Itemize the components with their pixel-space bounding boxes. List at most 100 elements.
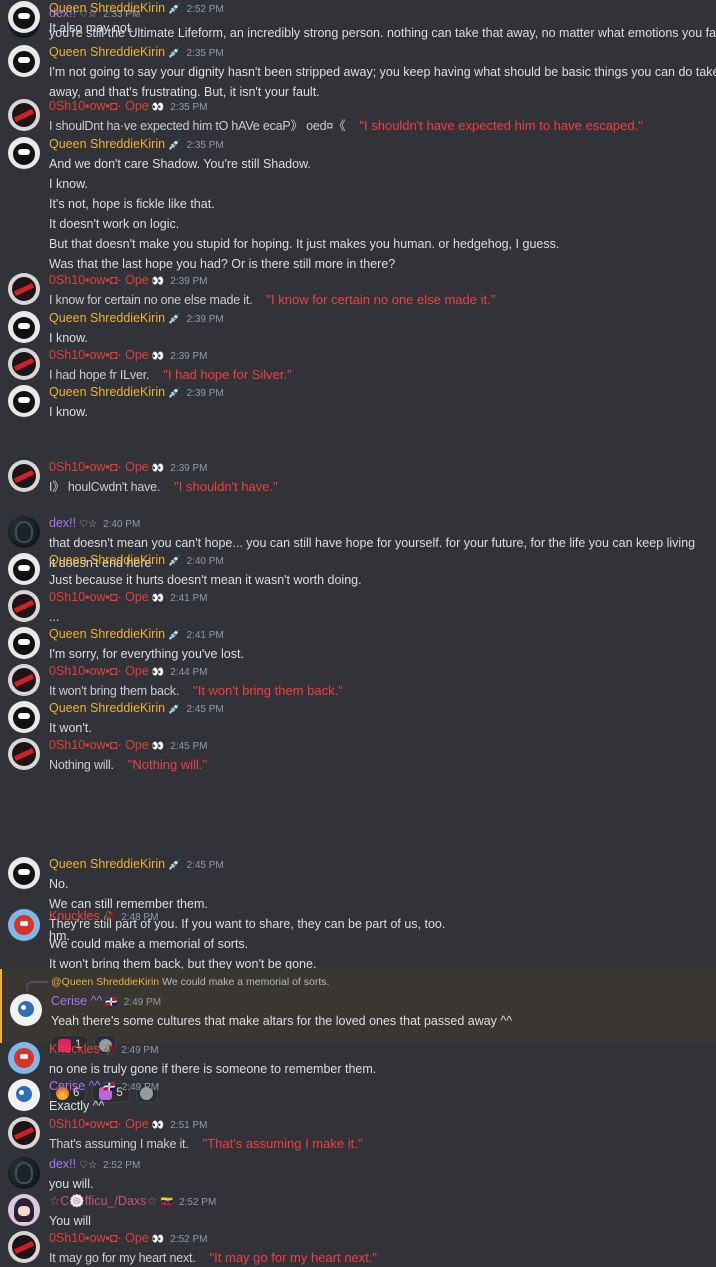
username[interactable]: 0Sh10▪ow▪◘· Ope [49, 1231, 149, 1245]
username[interactable]: 0Sh10▪ow▪◘· Ope [49, 273, 149, 287]
avatar[interactable] [8, 909, 40, 941]
username[interactable]: dex!! [49, 1157, 76, 1171]
username[interactable]: Queen ShreddieKirin [49, 45, 165, 59]
timestamp[interactable]: 2:49 PM [124, 997, 161, 1008]
chat-message: Queen ShreddieKirin 💉 2:41 PM I'm sorry, fo… [0, 626, 716, 661]
username[interactable]: 0Sh10▪ow▪◘· Ope [49, 99, 149, 113]
avatar[interactable] [8, 1, 40, 33]
timestamp[interactable]: 2:52 PM [187, 4, 224, 15]
message-line: It won't bring them back. "It won't bring… [49, 682, 343, 700]
role-badge-icon: 🇻🇪 [160, 1197, 174, 1208]
timestamp[interactable]: 2:39 PM [170, 351, 207, 362]
username[interactable]: ☆C🍥fficu_/Daxs☆ [49, 1194, 158, 1208]
timestamp[interactable]: 2:52 PM [179, 1197, 216, 1208]
timestamp[interactable]: 2:49 PM [121, 1045, 158, 1056]
avatar[interactable] [8, 664, 40, 696]
chat-message: Queen ShreddieKirin 💉 2:40 PM Just because … [0, 552, 716, 587]
avatar[interactable] [10, 994, 42, 1026]
role-badge-icon: 🥀 [102, 912, 116, 923]
message-header: 0Sh10▪ow▪◘· Ope 👀 2:39 PM [49, 459, 208, 475]
avatar[interactable] [8, 590, 40, 622]
avatar[interactable] [8, 1231, 40, 1263]
username[interactable]: 0Sh10▪ow▪◘· Ope [49, 348, 149, 362]
username[interactable]: Queen ShreddieKirin [49, 857, 165, 871]
username[interactable]: 0Sh10▪ow▪◘· Ope [49, 460, 149, 474]
timestamp[interactable]: 2:41 PM [187, 630, 224, 641]
message-text: ... [49, 610, 60, 624]
message-text: You will [49, 1214, 91, 1228]
avatar[interactable] [8, 273, 40, 305]
timestamp[interactable]: 2:52 PM [170, 1234, 207, 1245]
avatar[interactable] [8, 857, 40, 889]
role-badge-icon: 💉 [168, 388, 181, 399]
chat-message: 0Sh10▪ow▪◘· Ope 👀 2:39 PM I》 houlCwdn't hav… [0, 459, 716, 513]
username[interactable]: dex!! [49, 516, 76, 530]
timestamp[interactable]: 2:39 PM [187, 388, 224, 399]
reply-author[interactable]: @Queen ShreddieKirin [51, 976, 159, 988]
avatar[interactable] [8, 460, 40, 492]
username[interactable]: Queen ShreddieKirin [49, 311, 165, 325]
username[interactable]: Queen ShreddieKirin [49, 553, 165, 567]
avatar[interactable] [8, 1079, 40, 1111]
username[interactable]: 0Sh10▪ow▪◘· Ope [49, 738, 149, 752]
username[interactable]: Queen ShreddieKirin [49, 701, 165, 715]
message-header: Queen ShreddieKirin 💉 2:35 PM [49, 136, 224, 152]
reply-preview[interactable]: @Queen ShreddieKirin We could make a memo… [51, 975, 329, 989]
message-text: Just because it hurts doesn't mean it wa… [49, 573, 362, 587]
message-header: Queen ShreddieKirin 💉 2:39 PM [49, 384, 224, 400]
avatar[interactable] [8, 553, 40, 585]
avatar[interactable] [8, 45, 40, 77]
avatar[interactable] [8, 1157, 40, 1189]
avatar[interactable] [8, 627, 40, 659]
avatar[interactable] [8, 348, 40, 380]
username[interactable]: Knuckles [49, 909, 100, 923]
message-text: I know. [49, 177, 88, 191]
message-text: It also may not. [49, 21, 134, 35]
message-line: That's assuming I make it. "That's assumi… [49, 1135, 362, 1153]
avatar[interactable] [8, 1042, 40, 1074]
message-text: But that doesn't make you stupid for hop… [49, 237, 560, 251]
username[interactable]: Queen ShreddieKirin [49, 627, 165, 641]
timestamp[interactable]: 2:48 PM [121, 912, 158, 923]
username[interactable]: 0Sh10▪ow▪◘· Ope [49, 590, 149, 604]
timestamp[interactable]: 2:39 PM [170, 463, 207, 474]
timestamp[interactable]: 2:45 PM [187, 704, 224, 715]
avatar[interactable] [8, 516, 40, 548]
timestamp[interactable]: 2:52 PM [103, 1160, 140, 1171]
username[interactable]: Queen ShreddieKirin [49, 385, 165, 399]
chat-message: Cerise ^^ 🇩🇴 2:49 PM Exactly ^^ [0, 1078, 716, 1114]
timestamp[interactable]: 2:40 PM [103, 519, 140, 530]
timestamp[interactable]: 2:39 PM [187, 314, 224, 325]
avatar[interactable] [8, 137, 40, 169]
avatar[interactable] [8, 385, 40, 417]
timestamp[interactable]: 2:44 PM [170, 667, 207, 678]
timestamp[interactable]: 2:45 PM [187, 860, 224, 871]
timestamp[interactable]: 2:39 PM [170, 276, 207, 287]
username[interactable]: Queen ShreddieKirin [49, 1, 165, 15]
avatar[interactable] [8, 99, 40, 131]
username[interactable]: Knuckles [49, 1042, 100, 1056]
translation-text: "I shouldn't have expected him to have e… [359, 118, 643, 133]
timestamp[interactable]: 2:45 PM [170, 741, 207, 752]
avatar[interactable] [8, 1194, 40, 1226]
avatar[interactable] [8, 701, 40, 733]
chat-message: 0Sh10▪ow▪◘· Ope 👀 2:39 PM I know for certai… [0, 272, 716, 308]
username[interactable]: Cerise ^^ [49, 1079, 100, 1093]
chat-message-list[interactable]: dex!! ♡☆ 2:33 PM you're still the Ultimate … [0, 0, 716, 1266]
timestamp[interactable]: 2:35 PM [187, 140, 224, 151]
timestamp[interactable]: 2:35 PM [170, 102, 207, 113]
avatar[interactable] [8, 738, 40, 770]
timestamp[interactable]: 2:41 PM [170, 593, 207, 604]
timestamp[interactable]: 2:40 PM [187, 556, 224, 567]
avatar[interactable] [8, 1117, 40, 1149]
username[interactable]: 0Sh10▪ow▪◘· Ope [49, 664, 149, 678]
avatar[interactable] [8, 311, 40, 343]
username[interactable]: Cerise ^^ [51, 994, 102, 1008]
timestamp[interactable]: 2:51 PM [170, 1120, 207, 1131]
username[interactable]: 0Sh10▪ow▪◘· Ope [49, 1117, 149, 1131]
message-header: Cerise ^^ 🇩🇴 2:49 PM [51, 993, 161, 1009]
glitched-text: It won't bring them back. [49, 684, 180, 698]
timestamp[interactable]: 2:35 PM [187, 48, 224, 59]
username[interactable]: Queen ShreddieKirin [49, 137, 165, 151]
timestamp[interactable]: 2:49 PM [122, 1082, 159, 1093]
